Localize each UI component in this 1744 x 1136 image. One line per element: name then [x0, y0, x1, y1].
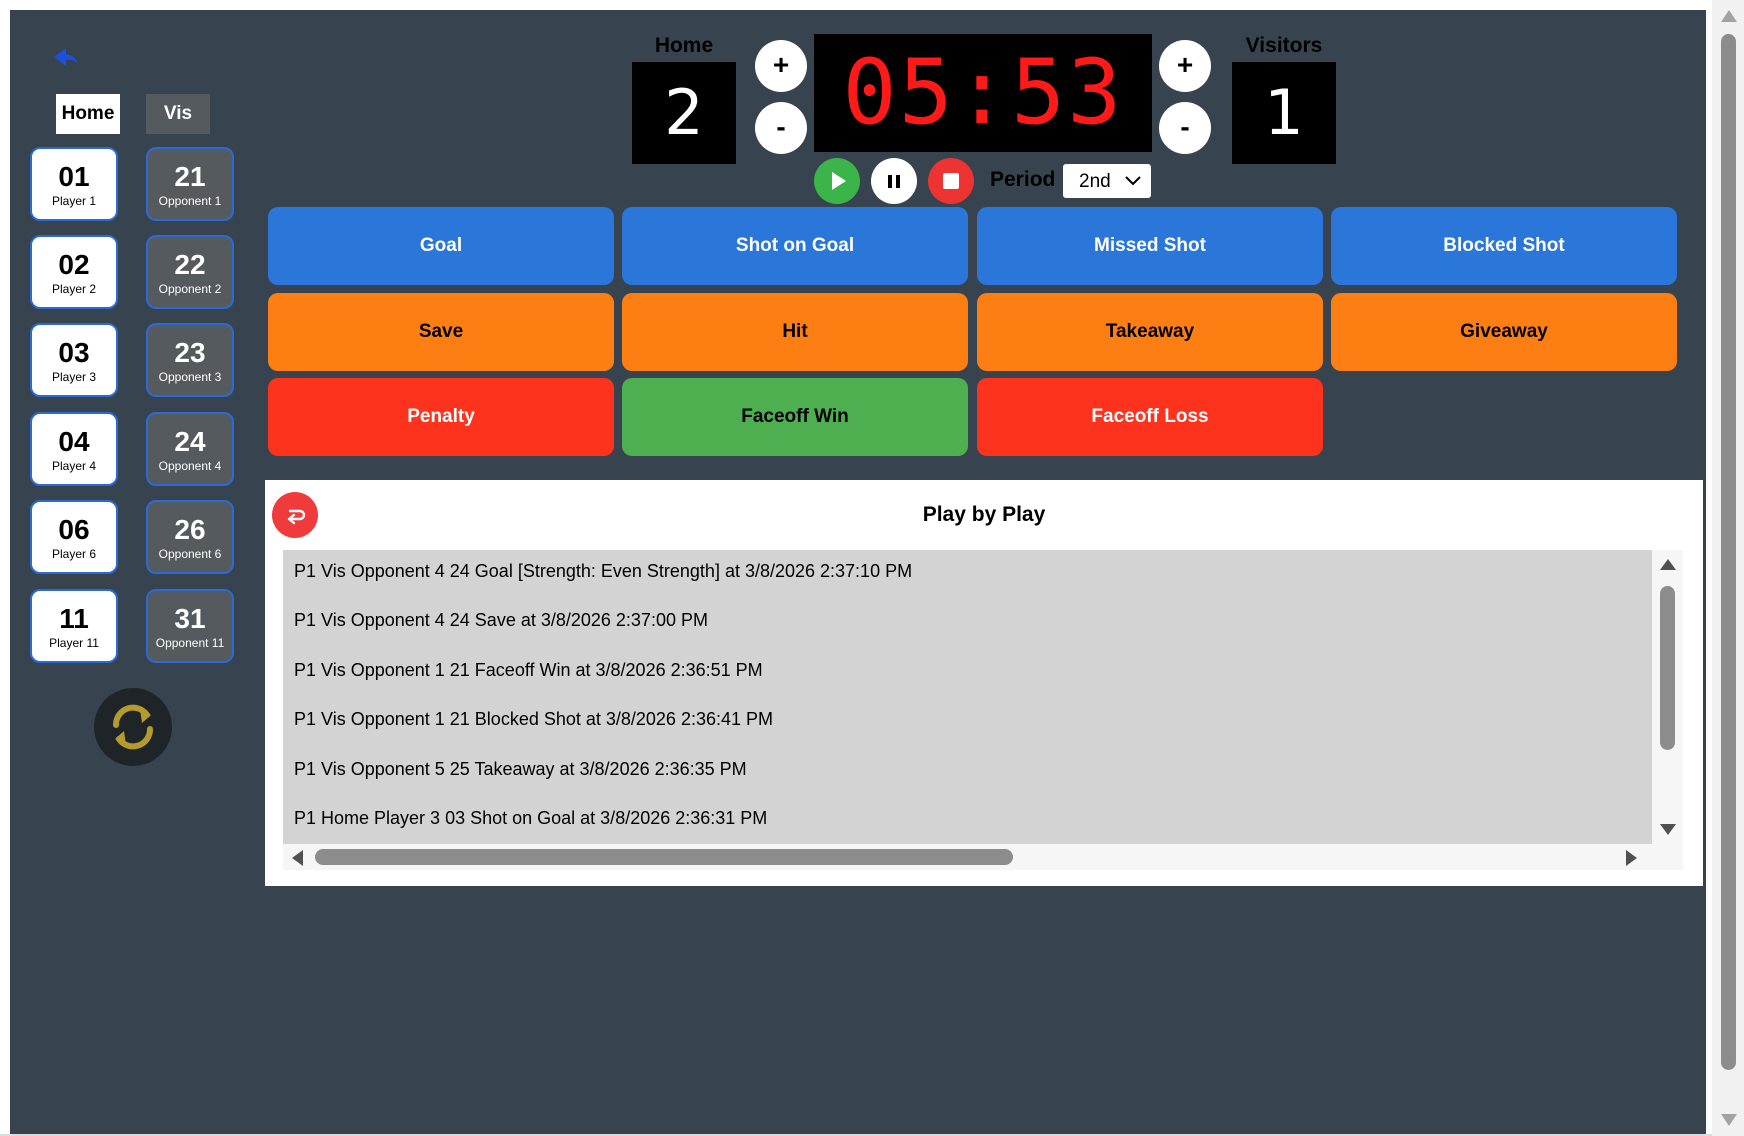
vis-player-button[interactable]: 22 Opponent 2: [146, 235, 234, 309]
list-item[interactable]: P1 Vis Opponent 4 24 Save at 3/8/2026 2:…: [294, 610, 708, 631]
back-arrow-icon: [54, 48, 78, 66]
scrollbar-thumb[interactable]: [1721, 34, 1736, 1070]
home-player-button[interactable]: 06 Player 6: [30, 500, 118, 574]
play-by-play-title: Play by Play: [922, 503, 1046, 526]
player-name: Opponent 2: [158, 282, 222, 296]
home-player-button[interactable]: 04 Player 4: [30, 412, 118, 486]
player-number: 01: [58, 161, 90, 192]
giveaway-button[interactable]: Giveaway: [1331, 293, 1677, 371]
player-number: 03: [58, 337, 90, 368]
game-clock: 05:53: [814, 34, 1152, 152]
refresh-icon: [112, 704, 154, 750]
play-by-play-list[interactable]: P1 Vis Opponent 4 24 Goal [Strength: Eve…: [283, 550, 1652, 844]
visitors-score-decrement-button[interactable]: -: [1159, 102, 1211, 154]
play-by-play-list-container: P1 Vis Opponent 4 24 Goal [Strength: Eve…: [283, 550, 1683, 870]
player-name: Player 6: [51, 547, 97, 561]
back-button[interactable]: [44, 40, 90, 74]
list-item[interactable]: P1 Vis Opponent 1 21 Faceoff Win at 3/8/…: [294, 660, 763, 681]
list-item[interactable]: P1 Vis Opponent 4 24 Goal [Strength: Eve…: [294, 561, 912, 582]
player-name: Player 4: [51, 459, 97, 473]
list-item[interactable]: P1 Vis Opponent 5 25 Takeaway at 3/8/202…: [294, 759, 747, 780]
player-name: Player 3: [51, 370, 97, 384]
scroll-up-icon[interactable]: [1721, 10, 1737, 22]
player-number: 11: [59, 603, 89, 634]
clock-pause-button[interactable]: [871, 158, 917, 204]
hit-button[interactable]: Hit: [622, 293, 968, 371]
player-number: 26: [174, 514, 206, 545]
clock-stop-button[interactable]: [928, 158, 974, 204]
player-number: 31: [174, 603, 206, 634]
player-number: 06: [58, 514, 90, 545]
vis-player-button[interactable]: 23 Opponent 3: [146, 323, 234, 397]
player-number: 02: [58, 249, 90, 280]
faceoff-loss-button[interactable]: Faceoff Loss: [977, 378, 1323, 456]
player-name: Opponent 1: [158, 194, 222, 208]
blocked-shot-button[interactable]: Blocked Shot: [1331, 207, 1677, 285]
missed-shot-button[interactable]: Missed Shot: [977, 207, 1323, 285]
penalty-button[interactable]: Penalty: [268, 378, 614, 456]
list-vertical-scrollbar[interactable]: [1652, 550, 1683, 844]
player-name: Player 2: [51, 282, 97, 296]
scroll-left-icon[interactable]: [292, 850, 303, 866]
home-player-button[interactable]: 03 Player 3: [30, 323, 118, 397]
tab-home[interactable]: Home: [56, 94, 120, 134]
player-name: Opponent 11: [155, 636, 225, 650]
home-player-button[interactable]: 02 Player 2: [30, 235, 118, 309]
save-button[interactable]: Save: [268, 293, 614, 371]
shot-on-goal-button[interactable]: Shot on Goal: [622, 207, 968, 285]
player-number: 22: [174, 249, 206, 280]
list-item[interactable]: P1 Vis Opponent 1 21 Blocked Shot at 3/8…: [294, 709, 773, 730]
scorekeeper-app: Home Vis 01 Player 1 02 Player 2 03 Play…: [10, 10, 1706, 1134]
list-item[interactable]: P1 Home Player 3 03 Shot on Goal at 3/8/…: [294, 808, 767, 829]
home-score-label: Home: [654, 34, 714, 57]
period-label: Period: [990, 168, 1056, 191]
scrollbar-thumb[interactable]: [315, 849, 1013, 865]
player-name: Player 11: [49, 636, 99, 650]
scroll-down-icon[interactable]: [1660, 824, 1676, 835]
play-icon: [832, 172, 846, 190]
player-number: 24: [174, 426, 206, 457]
vis-player-button[interactable]: 26 Opponent 6: [146, 500, 234, 574]
player-name: Opponent 3: [158, 370, 222, 384]
tab-vis[interactable]: Vis: [146, 94, 210, 134]
refresh-button[interactable]: [94, 688, 172, 766]
scrollbar-thumb[interactable]: [1660, 586, 1675, 750]
scroll-right-icon[interactable]: [1626, 850, 1637, 866]
home-score-decrement-button[interactable]: -: [755, 102, 807, 154]
stop-icon: [943, 173, 959, 189]
player-name: Player 1: [51, 194, 97, 208]
page-vertical-scrollbar[interactable]: [1712, 0, 1744, 1136]
vis-player-button[interactable]: 21 Opponent 1: [146, 147, 234, 221]
visitors-score: 1: [1232, 62, 1336, 164]
scroll-up-icon[interactable]: [1660, 559, 1676, 570]
list-horizontal-scrollbar[interactable]: [283, 844, 1652, 870]
home-score: 2: [632, 62, 736, 164]
home-player-button[interactable]: 01 Player 1: [30, 147, 118, 221]
vis-player-button[interactable]: 31 Opponent 11: [146, 589, 234, 663]
home-player-button[interactable]: 11 Player 11: [30, 589, 118, 663]
period-value: 2nd: [1079, 171, 1111, 192]
player-name: Opponent 6: [158, 547, 222, 561]
vis-player-button[interactable]: 24 Opponent 4: [146, 412, 234, 486]
goal-button[interactable]: Goal: [268, 207, 614, 285]
clock-start-button[interactable]: [814, 158, 860, 204]
chevron-down-icon: [1125, 176, 1141, 186]
player-name: Opponent 4: [158, 459, 222, 473]
home-score-increment-button[interactable]: +: [755, 40, 807, 92]
period-select[interactable]: 2nd: [1063, 164, 1151, 198]
player-number: 21: [174, 161, 206, 192]
visitors-score-increment-button[interactable]: +: [1159, 40, 1211, 92]
play-by-play-panel: Play by Play P1 Vis Opponent 4 24 Goal […: [265, 480, 1703, 886]
player-number: 23: [174, 337, 206, 368]
faceoff-win-button[interactable]: Faceoff Win: [622, 378, 968, 456]
takeaway-button[interactable]: Takeaway: [977, 293, 1323, 371]
scroll-down-icon[interactable]: [1721, 1114, 1737, 1126]
visitors-score-label: Visitors: [1245, 34, 1323, 57]
player-number: 04: [58, 426, 90, 457]
